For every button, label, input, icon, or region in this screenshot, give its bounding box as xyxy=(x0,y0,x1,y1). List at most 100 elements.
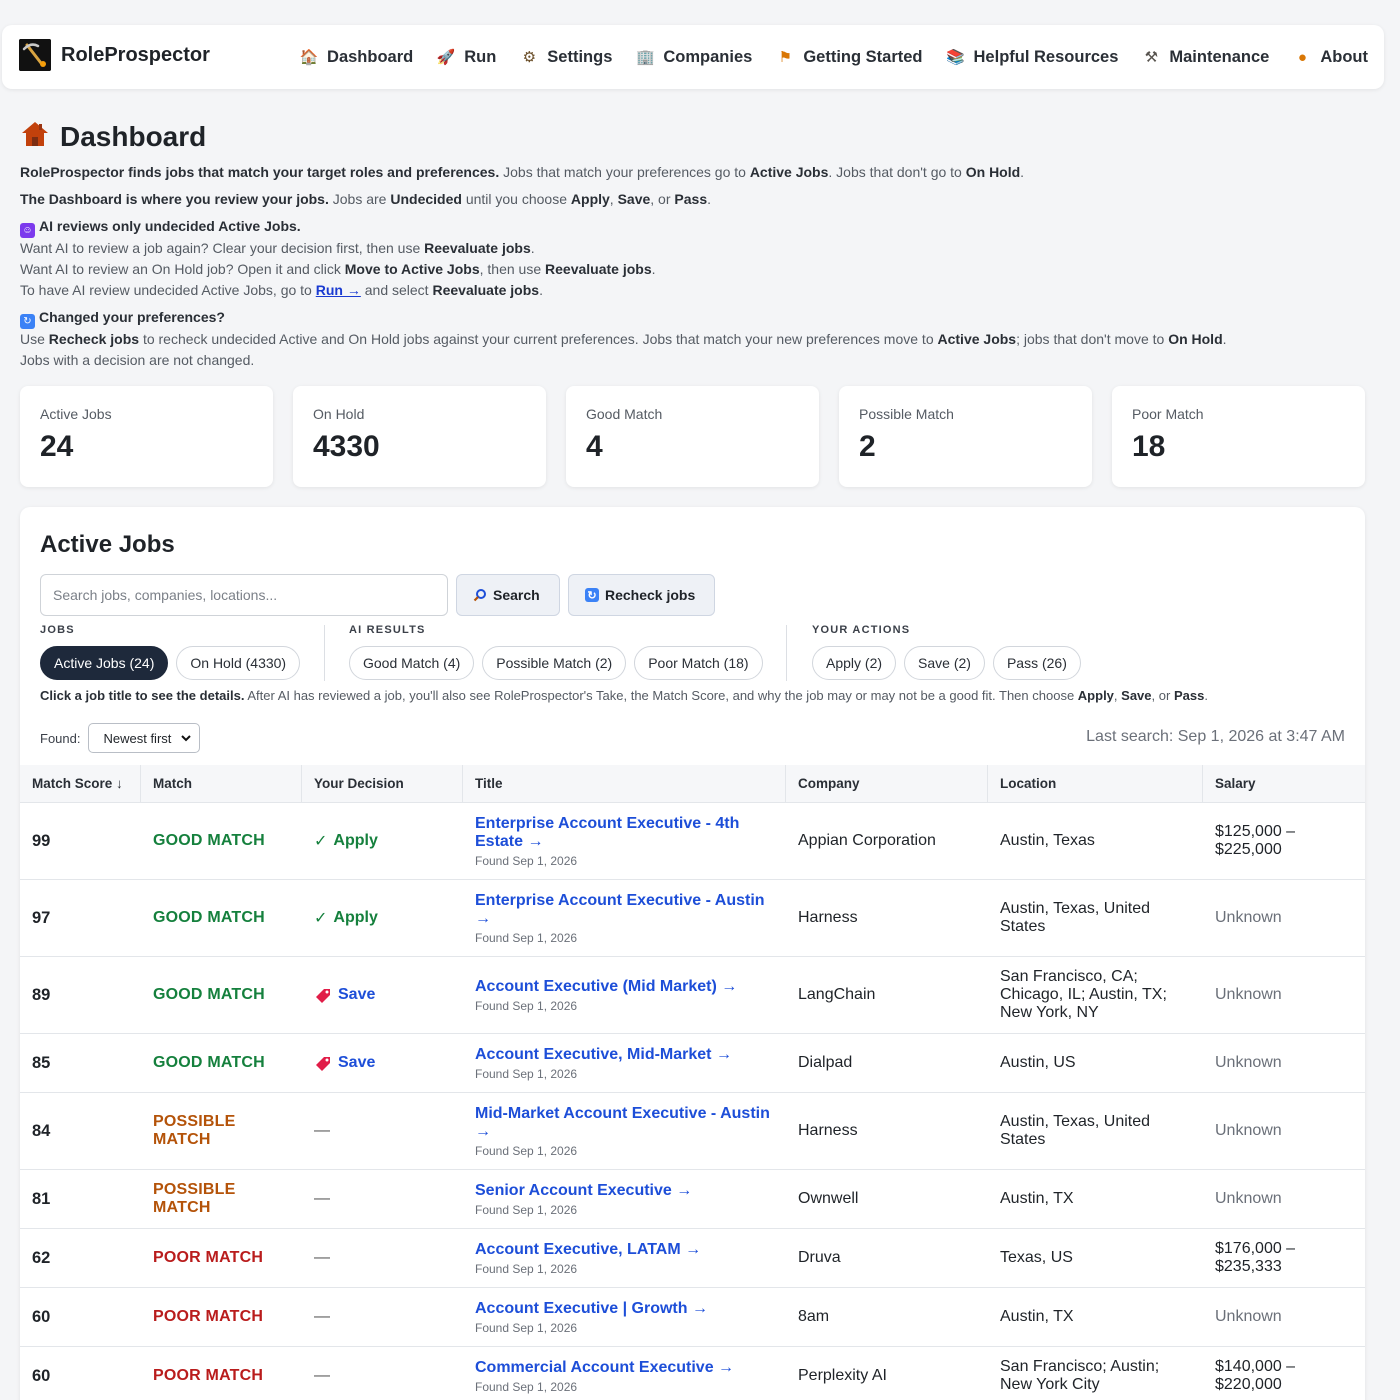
sort-row: Found: Newest first xyxy=(40,723,201,753)
tools-icon: ⚒ xyxy=(1144,49,1159,66)
job-location: San Francisco; Austin; New York City xyxy=(1000,1358,1160,1393)
company-name: LangChain xyxy=(798,986,876,1003)
filter-save[interactable]: Save (2) xyxy=(904,646,985,680)
checkmark-icon: ✓ xyxy=(314,833,328,850)
stats-cards: Active Jobs 24 On Hold 4330 Good Match 4 Po… xyxy=(20,386,1365,487)
table-row: 62 POOR MATCH — Account Executive, LATAM… xyxy=(20,1229,1365,1288)
active-jobs-panel: Active Jobs Search ↻ Recheck jobs JOBS A… xyxy=(20,507,1365,1400)
magnifier-icon xyxy=(473,588,487,602)
match-label: POOR MATCH xyxy=(153,1308,264,1325)
jobs-filter-group: JOBS Active Jobs (24) On Hold (4330) xyxy=(40,621,301,680)
salary: Unknown xyxy=(1215,1122,1282,1139)
decision-none[interactable]: — xyxy=(314,1122,453,1140)
match-score: 89 xyxy=(32,985,51,1004)
panel-title: Active Jobs xyxy=(40,531,175,558)
found-date: Found Sep 1, 2026 xyxy=(475,1320,578,1335)
job-title-link[interactable]: Enterprise Account Executive - 4th Estat… xyxy=(475,815,776,851)
search-button[interactable]: Search xyxy=(456,574,560,616)
chevron-down-icon xyxy=(181,734,192,741)
salary: Unknown xyxy=(1215,986,1282,1003)
decision-none[interactable]: — xyxy=(314,1190,453,1208)
job-title-link[interactable]: Enterprise Account Executive - Austin → xyxy=(475,892,776,928)
nugget-icon: ● xyxy=(1297,48,1307,66)
checkmark-icon: ✓ xyxy=(314,910,328,927)
column-company: Company xyxy=(786,765,988,802)
decision-save[interactable]: Save xyxy=(314,986,453,1004)
run-link[interactable]: Run → xyxy=(316,282,361,298)
found-date: Found Sep 1, 2026 xyxy=(475,1379,578,1394)
nav-settings[interactable]: ⚙ Settings xyxy=(518,46,613,68)
search-input[interactable] xyxy=(40,574,448,616)
top-navbar: RoleProspector 🏠 Dashboard 🚀 Run ⚙ Settings 🏢 C… xyxy=(2,25,1384,89)
table-row: 99 GOOD MATCH ✓ Apply Enterprise Account … xyxy=(20,803,1365,880)
filter-good-match[interactable]: Good Match (4) xyxy=(349,646,475,680)
column-match-score[interactable]: Match Score ↓ xyxy=(20,765,141,802)
salary: Unknown xyxy=(1215,909,1282,926)
nav-maintenance[interactable]: ⚒ Maintenance xyxy=(1140,46,1270,68)
decision-apply[interactable]: ✓ Apply xyxy=(314,831,453,851)
decision-none[interactable]: — xyxy=(314,1308,453,1326)
nav-about[interactable]: ● About xyxy=(1291,46,1368,68)
decision-none[interactable]: — xyxy=(314,1249,453,1267)
company-name: Druva xyxy=(798,1249,841,1266)
salary: $176,000 – $235,333 xyxy=(1215,1240,1296,1275)
gear-icon: ⚙ xyxy=(522,49,537,66)
nav-run[interactable]: 🚀 Run xyxy=(435,46,496,68)
table-row: 60 POOR MATCH — Account Executive | Grow… xyxy=(20,1288,1365,1347)
match-label: GOOD MATCH xyxy=(153,986,265,1003)
found-date: Found Sep 1, 2026 xyxy=(475,998,578,1013)
filter-pass[interactable]: Pass (26) xyxy=(992,646,1081,680)
column-salary: Salary xyxy=(1215,776,1256,791)
bookmark-tag-icon xyxy=(316,989,330,1003)
filter-possible-match[interactable]: Possible Match (2) xyxy=(482,646,627,680)
filter-poor-match[interactable]: Poor Match (18) xyxy=(634,646,763,680)
decision-none[interactable]: — xyxy=(314,1367,453,1385)
job-title-link[interactable]: Account Executive | Growth → xyxy=(475,1300,776,1318)
table-row: 97 GOOD MATCH ✓ Apply Enterprise Account … xyxy=(20,880,1365,957)
brand[interactable]: RoleProspector xyxy=(19,39,210,71)
job-location: Austin, US xyxy=(1000,1054,1076,1071)
stat-on-hold: On Hold 4330 xyxy=(293,386,546,487)
nav-companies[interactable]: 🏢 Companies xyxy=(634,46,752,68)
table-row: 60 POOR MATCH — Commercial Account Execu… xyxy=(20,1347,1365,1400)
recheck-jobs-button[interactable]: ↻ Recheck jobs xyxy=(568,574,715,616)
filter-on-hold[interactable]: On Hold (4330) xyxy=(176,646,301,680)
sort-select[interactable]: Newest first xyxy=(88,723,201,753)
job-title-link[interactable]: Commercial Account Executive → xyxy=(475,1359,776,1377)
filter-apply[interactable]: Apply (2) xyxy=(812,646,897,680)
table-row: 81 POSSIBLE MATCH — Senior Account Execu… xyxy=(20,1170,1365,1229)
decision-apply[interactable]: ✓ Apply xyxy=(314,908,453,928)
building-icon: 🏢 xyxy=(636,49,655,66)
books-icon: 📚 xyxy=(946,49,965,66)
preferences-note: ↻ Changed your preferences? Use Recheck j… xyxy=(20,309,1227,368)
actions-filter-group: YOUR ACTIONS Apply (2) Save (2) Pass (26… xyxy=(812,621,1081,680)
job-title-link[interactable]: Senior Account Executive → xyxy=(475,1182,776,1200)
job-title-link[interactable]: Account Executive, Mid-Market → xyxy=(475,1046,776,1064)
nav-dashboard[interactable]: 🏠 Dashboard xyxy=(298,46,414,68)
bookmark-tag-icon xyxy=(316,1057,330,1071)
salary: $140,000 – $220,000 xyxy=(1215,1358,1296,1393)
found-date: Found Sep 1, 2026 xyxy=(475,853,578,868)
column-match: Match xyxy=(141,765,302,802)
company-name: Dialpad xyxy=(798,1054,853,1071)
match-label: GOOD MATCH xyxy=(153,909,265,926)
filter-active-jobs[interactable]: Active Jobs (24) xyxy=(40,646,169,680)
match-score: 60 xyxy=(32,1366,51,1385)
salary: Unknown xyxy=(1215,1190,1282,1207)
found-date: Found Sep 1, 2026 xyxy=(475,1202,578,1217)
job-title-link[interactable]: Account Executive (Mid Market) → xyxy=(475,978,776,996)
page-header: Dashboard RoleProspector finds jobs that… xyxy=(20,120,1380,371)
match-label: GOOD MATCH xyxy=(153,832,265,849)
divider xyxy=(786,625,787,681)
divider xyxy=(324,625,325,681)
stat-possible-match: Possible Match 2 xyxy=(839,386,1092,487)
job-title-link[interactable]: Account Executive, LATAM → xyxy=(475,1241,776,1259)
robot-icon: ☺ xyxy=(20,223,35,238)
salary: $125,000 – $225,000 xyxy=(1215,823,1296,858)
job-location: Austin, TX xyxy=(1000,1308,1074,1325)
decision-save[interactable]: Save xyxy=(314,1054,453,1072)
match-label: POSSIBLE MATCH xyxy=(153,1113,236,1148)
nav-helpful-resources[interactable]: 📚 Helpful Resources xyxy=(945,46,1118,68)
job-title-link[interactable]: Mid-Market Account Executive - Austin → xyxy=(475,1105,776,1141)
nav-getting-started[interactable]: ⚑ Getting Started xyxy=(774,46,923,68)
